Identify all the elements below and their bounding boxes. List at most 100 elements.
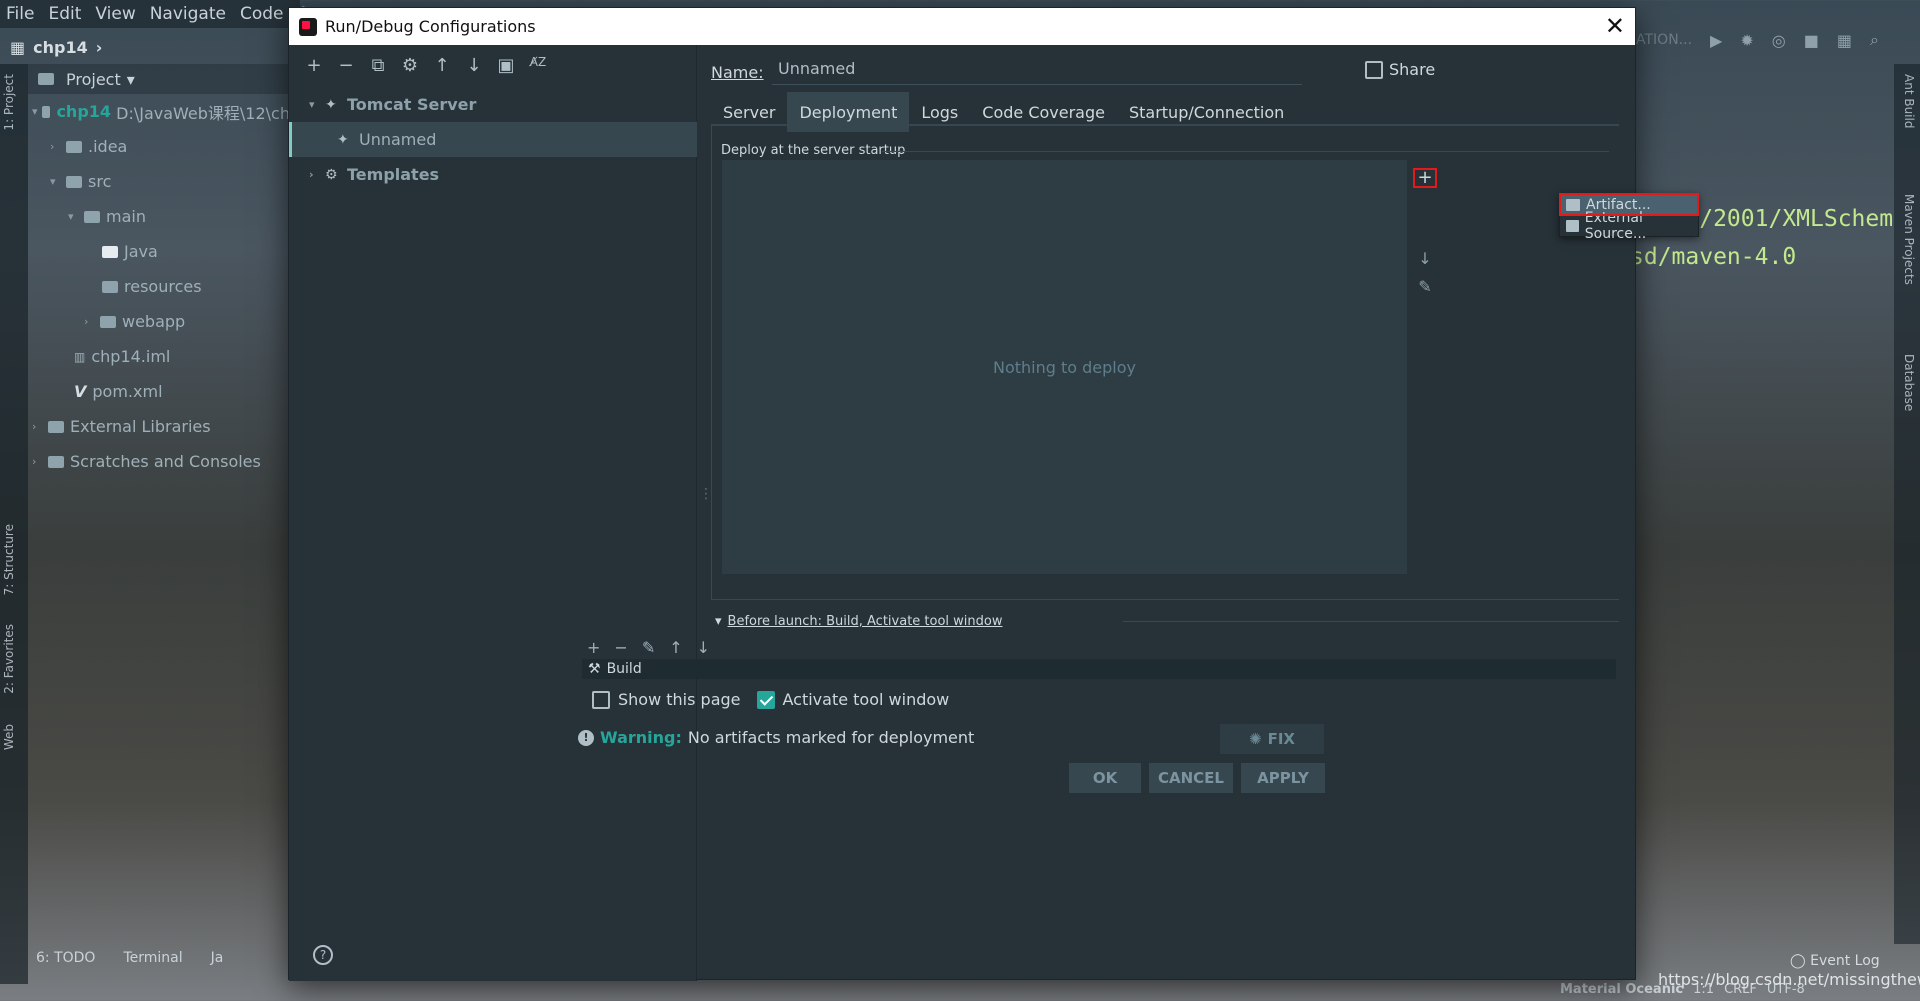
bottom-tool-tabs: 6: TODO Terminal Ja — [36, 950, 223, 966]
tree-item-pom[interactable]: Vpom.xml — [28, 374, 290, 409]
tree-node-templates[interactable]: › ⚙ Templates — [289, 157, 697, 192]
project-icon: ▦ — [10, 37, 26, 57]
edit-icon[interactable]: ✎ — [642, 638, 655, 657]
menu-view[interactable]: View — [95, 4, 135, 24]
tree-item-webapp[interactable]: › webapp — [28, 304, 290, 339]
menu-edit[interactable]: Edit — [48, 4, 81, 24]
chevron-right-icon: › — [95, 37, 103, 57]
edit-icon[interactable]: ✎ — [1413, 272, 1437, 300]
debug-icon[interactable]: ✹ — [1740, 31, 1753, 50]
image-folder-icon — [100, 315, 116, 328]
deploy-list[interactable]: Nothing to deploy — [722, 160, 1407, 574]
arrow-down-icon[interactable]: ↓ — [697, 638, 710, 657]
run-icon[interactable]: ▶ — [1710, 31, 1722, 50]
new-folder-icon[interactable]: ▣ — [497, 55, 515, 76]
chevron-right-icon: › — [84, 315, 89, 328]
tree-item-root[interactable]: ▾ chp14 D:\JavaWeb课程\12\ch — [28, 94, 290, 129]
activate-tool-checkbox[interactable]: Activate tool window — [756, 690, 949, 709]
folder-icon — [84, 210, 100, 223]
vtab-favorites[interactable]: 2: Favorites — [2, 624, 16, 694]
help-icon[interactable]: ? — [313, 945, 333, 965]
checkbox-icon — [592, 690, 610, 709]
vtab-structure[interactable]: 7: Structure — [2, 524, 16, 595]
before-launch-header[interactable]: ▾ Before launch: Build, Activate tool wi… — [715, 614, 1003, 629]
sort-icon[interactable]: A̸Z — [529, 55, 547, 76]
config-tree: ▾ ✦ Tomcat Server ✦ Unnamed › ⚙ Template… — [289, 87, 697, 192]
name-input[interactable] — [772, 53, 1302, 85]
event-log[interactable]: ◯ Event Log — [1790, 953, 1880, 969]
run-config-selector[interactable]: ATION... — [1636, 32, 1692, 48]
remove-icon[interactable]: − — [337, 55, 355, 76]
tree-node-label: Templates — [347, 165, 440, 184]
layout-icon[interactable]: ▦ — [1837, 31, 1852, 50]
vtab-web[interactable]: Web — [2, 724, 16, 750]
apply-button[interactable]: APPLY — [1241, 763, 1325, 793]
tree-node-unnamed[interactable]: ✦ Unnamed — [289, 122, 697, 157]
add-icon[interactable]: + — [587, 638, 600, 657]
tree-node-label: Tomcat Server — [347, 95, 477, 114]
tree-item-java[interactable]: Java — [28, 234, 290, 269]
chevron-down-icon: ▾ — [50, 175, 56, 188]
vtab-database[interactable]: Database — [1902, 354, 1916, 411]
folder-icon — [102, 245, 118, 258]
tree-item-main[interactable]: ▾ main — [28, 199, 290, 234]
event-log-label: Event Log — [1810, 953, 1880, 969]
checkbox-icon — [1365, 60, 1383, 79]
project-name: chp14 — [33, 37, 88, 57]
arrow-down-icon[interactable]: ↓ — [465, 55, 483, 76]
folder-icon — [66, 175, 82, 188]
run-toolbar: ATION... ▶ ✹ ◎ ■ ▦ ⌕ — [1636, 30, 1879, 50]
cancel-button[interactable]: CANCEL — [1149, 763, 1233, 793]
gear-icon: ⚙ — [325, 166, 338, 183]
event-log-icon: ◯ — [1790, 953, 1806, 969]
arrow-down-icon[interactable]: ↓ — [1413, 244, 1437, 272]
empty-state-text: Nothing to deploy — [992, 357, 1136, 377]
arrow-up-icon[interactable]: ↑ — [433, 55, 451, 76]
vtab-ant-build[interactable]: Ant Build — [1902, 74, 1916, 128]
warning-row: ! Warning: No artifacts marked for deplo… — [578, 728, 974, 747]
iml-file-icon: ▥ — [74, 349, 86, 364]
coverage-icon[interactable]: ◎ — [1772, 31, 1786, 50]
tree-item-scratches[interactable]: › Scratches and Consoles — [28, 444, 290, 479]
copy-icon[interactable]: ⧉ — [369, 55, 387, 76]
tree-item-ext-libs[interactable]: › External Libraries — [28, 409, 290, 444]
before-launch-label: Before launch: Build, Activate tool wind… — [727, 614, 1003, 629]
add-icon[interactable]: + — [305, 55, 323, 76]
gear-icon[interactable]: ⚙ — [401, 55, 419, 76]
tree-item-idea[interactable]: › .idea — [28, 129, 290, 164]
chevron-down-icon: ▾ — [309, 98, 315, 111]
add-deploy-button[interactable]: + — [1413, 168, 1437, 188]
chevron-right-icon: › — [309, 168, 314, 181]
arrow-up-icon[interactable]: ↑ — [669, 638, 682, 657]
chevron-right-icon: › — [32, 455, 37, 468]
tree-item-src[interactable]: ▾ src — [28, 164, 290, 199]
tree-item-resources[interactable]: resources — [28, 269, 290, 304]
tab-terminal[interactable]: Terminal — [123, 950, 182, 966]
config-sidebar: + − ⧉ ⚙ ↑ ↓ ▣ A̸Z ▾ ✦ Tomcat Server ✦ Un… — [289, 45, 697, 981]
stop-icon[interactable]: ■ — [1804, 31, 1819, 50]
ok-button[interactable]: OK — [1069, 763, 1141, 793]
close-button[interactable]: ✕ — [1605, 12, 1625, 40]
tab-todo[interactable]: 6: TODO — [36, 950, 95, 966]
search-icon[interactable]: ⌕ — [1870, 30, 1879, 50]
tree-node-tomcat[interactable]: ▾ ✦ Tomcat Server — [289, 87, 697, 122]
show-page-checkbox[interactable]: Show this page — [592, 690, 741, 709]
tree-label: .idea — [88, 137, 128, 156]
menu-item-external-source[interactable]: External Source... — [1560, 210, 1698, 242]
remove-icon[interactable]: − — [614, 638, 627, 657]
vtab-project[interactable]: 1: Project — [2, 74, 16, 131]
hammer-icon: ⚒ — [588, 661, 601, 677]
vtab-maven[interactable]: Maven Projects — [1902, 194, 1916, 285]
menu-code[interactable]: Code — [240, 4, 284, 24]
before-launch-list[interactable]: ⚒ Build — [582, 659, 1616, 679]
project-breadcrumb[interactable]: ▦ chp14 › — [0, 32, 290, 62]
share-checkbox[interactable]: Share — [1365, 60, 1435, 79]
tree-label: resources — [124, 277, 202, 296]
fix-button[interactable]: ✺ FIX — [1220, 724, 1324, 754]
menu-file[interactable]: File — [6, 4, 34, 24]
tab-ja[interactable]: Ja — [211, 950, 224, 966]
tree-item-iml[interactable]: ▥ chp14.iml — [28, 339, 290, 374]
menu-navigate[interactable]: Navigate — [150, 4, 226, 24]
tomcat-icon: ✦ — [337, 131, 349, 148]
project-view-header[interactable]: Project ▾ — [28, 64, 290, 94]
